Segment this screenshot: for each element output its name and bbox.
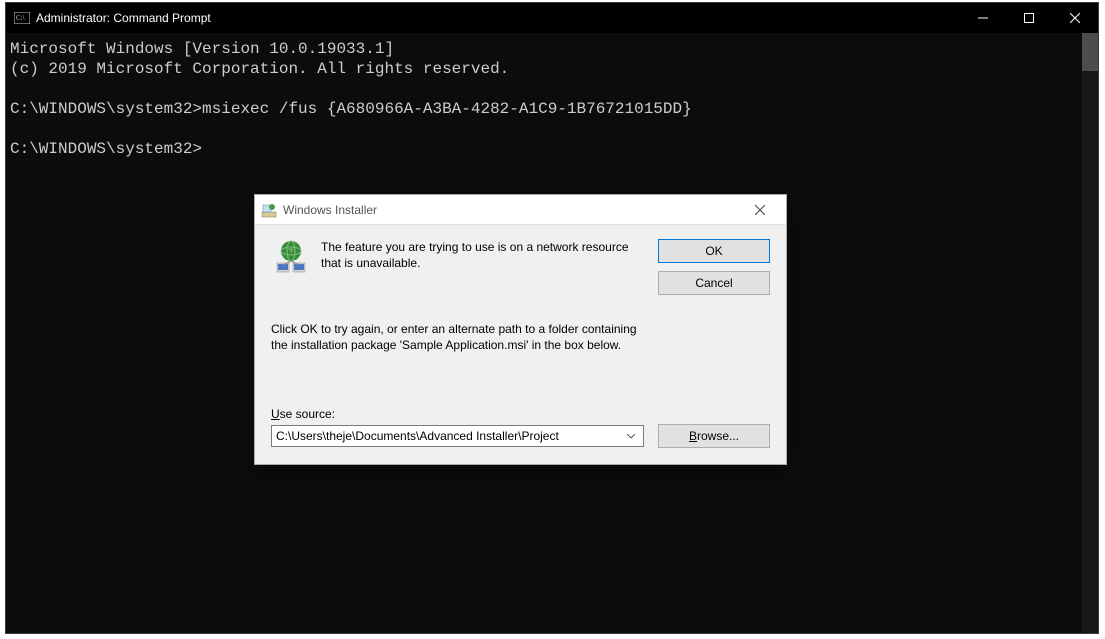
cmd-line: (c) 2019 Microsoft Corporation. All righ… [10, 60, 509, 78]
dialog-message: The feature you are trying to use is on … [321, 239, 648, 295]
network-globe-icon [271, 239, 311, 295]
command-prompt-title: Administrator: Command Prompt [36, 11, 960, 25]
cancel-button[interactable]: Cancel [658, 271, 770, 295]
source-path-combobox[interactable]: C:\Users\theje\Documents\Advanced Instal… [271, 425, 644, 447]
dialog-close-button[interactable] [740, 196, 780, 224]
ok-button[interactable]: OK [658, 239, 770, 263]
minimize-button[interactable] [960, 3, 1006, 33]
scrollbar[interactable] [1082, 33, 1098, 633]
dialog-titlebar[interactable]: Windows Installer [255, 195, 786, 225]
chevron-down-icon [623, 434, 639, 439]
command-prompt-titlebar[interactable]: C:\ Administrator: Command Prompt [6, 3, 1098, 33]
dialog-instruction: Click OK to try again, or enter an alter… [271, 321, 641, 353]
scrollbar-thumb[interactable] [1082, 33, 1098, 71]
browse-button[interactable]: Browse... [658, 424, 770, 448]
use-source-label: Use source: [271, 407, 770, 421]
windows-installer-dialog: Windows Installer The fe [254, 194, 787, 465]
cmd-line: C:\WINDOWS\system32> [10, 140, 202, 158]
source-path-value: C:\Users\theje\Documents\Advanced Instal… [276, 429, 623, 443]
maximize-button[interactable] [1006, 3, 1052, 33]
cmd-line: C:\WINDOWS\system32>msiexec /fus {A68096… [10, 100, 692, 118]
svg-text:C:\: C:\ [16, 14, 25, 22]
cmd-line: Microsoft Windows [Version 10.0.19033.1] [10, 40, 394, 58]
close-button[interactable] [1052, 3, 1098, 33]
installer-icon [261, 202, 277, 218]
command-prompt-icon: C:\ [14, 12, 30, 24]
dialog-title: Windows Installer [283, 203, 740, 217]
